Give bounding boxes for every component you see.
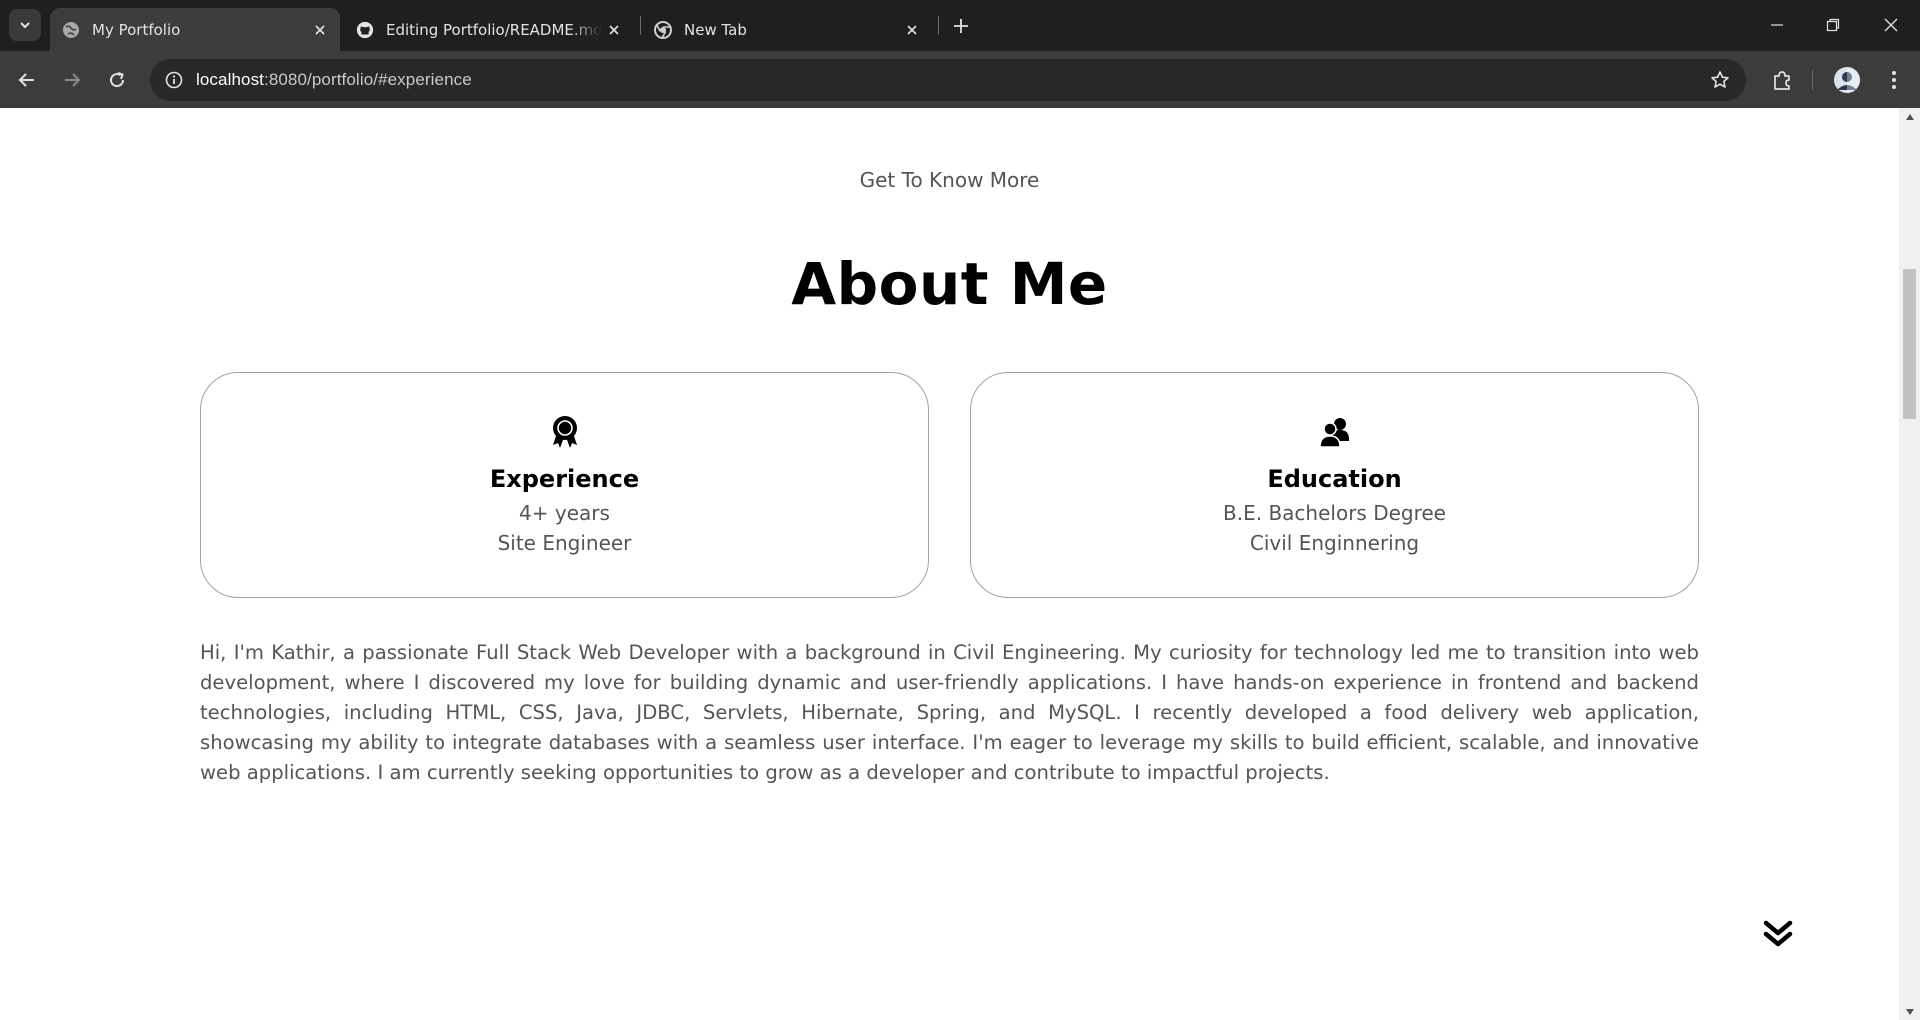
- restore-icon: [1826, 18, 1840, 32]
- minimize-button[interactable]: [1754, 5, 1800, 45]
- triangle-up-icon: [1905, 113, 1914, 120]
- double-chevron-down-icon: [1763, 920, 1793, 947]
- close-tab-icon[interactable]: [602, 18, 626, 42]
- tab-title: Editing Portfolio/README.md at main: [386, 20, 602, 39]
- card-detail: 4+ years: [519, 501, 610, 525]
- chrome-menu-button[interactable]: [1878, 64, 1910, 96]
- site-info-icon[interactable]: [160, 66, 188, 94]
- education-users-icon: [971, 415, 1698, 449]
- card-title: Education: [1267, 465, 1402, 493]
- experience-card: Experience 4+ years Site Engineer: [200, 372, 929, 598]
- page-scrollbar[interactable]: [1899, 108, 1920, 1020]
- close-window-button[interactable]: [1868, 5, 1914, 45]
- plus-icon: [954, 19, 968, 33]
- forward-button[interactable]: [55, 63, 89, 97]
- tab-new-tab[interactable]: New Tab: [642, 8, 932, 51]
- profile-avatar[interactable]: [1831, 64, 1863, 96]
- url-text[interactable]: localhost:8080/portfolio/#experience: [196, 70, 472, 90]
- bookmark-star-icon[interactable]: [1708, 68, 1732, 92]
- card-detail: B.E. Bachelors Degree: [1223, 501, 1446, 525]
- tab-separator: [640, 16, 641, 35]
- new-tab-button[interactable]: [948, 13, 974, 39]
- about-section: Get To Know More About Me Experience 4+ …: [0, 108, 1899, 1020]
- triangle-down-icon: [1905, 1008, 1914, 1015]
- browser-toolbar: localhost:8080/portfolio/#experience: [0, 51, 1920, 108]
- chrome-icon: [654, 20, 672, 39]
- avatar-icon: [1834, 67, 1860, 93]
- back-button[interactable]: [10, 63, 44, 97]
- scroll-down-arrow-button[interactable]: [1899, 1003, 1920, 1020]
- github-icon: [356, 21, 374, 39]
- restore-button[interactable]: [1810, 5, 1856, 45]
- puzzle-icon: [1774, 71, 1790, 90]
- about-bio-text: Hi, I'm Kathir, a passionate Full Stack …: [200, 641, 1699, 784]
- tab-my-portfolio[interactable]: My Portfolio: [50, 8, 340, 51]
- card-title: Experience: [489, 465, 640, 493]
- url-path: :8080/portfolio/#experience: [264, 70, 472, 89]
- reload-button[interactable]: [100, 63, 134, 97]
- address-bar[interactable]: localhost:8080/portfolio/#experience: [150, 59, 1746, 101]
- minimize-icon: [1771, 24, 1783, 26]
- reload-icon: [110, 72, 125, 88]
- scrollbar-thumb[interactable]: [1903, 269, 1916, 419]
- arrow-right-icon: [65, 73, 81, 87]
- card-detail: Site Engineer: [497, 531, 632, 555]
- card-detail: Civil Enginnering: [1249, 531, 1420, 555]
- section-heading: About Me: [791, 250, 1108, 318]
- scroll-down-arrow[interactable]: [1762, 918, 1794, 950]
- close-tab-icon[interactable]: [900, 18, 924, 42]
- extensions-button[interactable]: [1766, 64, 1798, 96]
- tab-separator: [938, 16, 939, 35]
- kebab-menu-icon: [1892, 71, 1896, 89]
- url-host: localhost: [196, 70, 264, 89]
- arrow-left-icon: [18, 73, 34, 87]
- tab-github-readme[interactable]: Editing Portfolio/README.md at main: [344, 8, 634, 51]
- experience-award-icon: [201, 415, 928, 449]
- toolbar-divider: [1812, 70, 1813, 90]
- education-card: Education B.E. Bachelors Degree Civil En…: [970, 372, 1699, 598]
- tab-title: New Tab: [684, 20, 747, 39]
- tab-strip: My Portfolio Editing Portfolio/README.md…: [0, 0, 1920, 51]
- close-tab-icon[interactable]: [308, 18, 332, 42]
- scroll-up-arrow[interactable]: [1899, 108, 1920, 125]
- tab-search-button[interactable]: [9, 9, 41, 41]
- close-icon: [1884, 18, 1898, 32]
- globe-icon: [62, 21, 80, 39]
- section-subtitle: Get To Know More: [859, 168, 1040, 192]
- tab-title: My Portfolio: [92, 20, 181, 39]
- chevron-down-icon: [20, 22, 30, 29]
